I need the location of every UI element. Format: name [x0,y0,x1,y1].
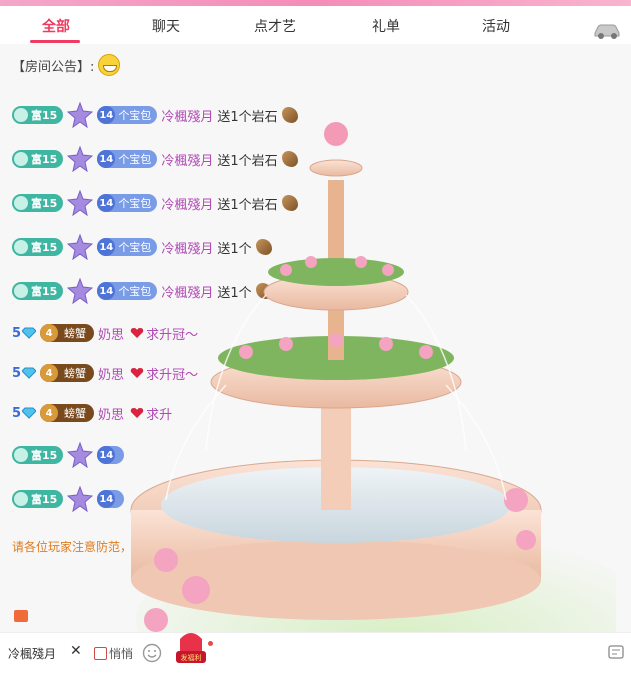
diamond-icon [22,407,37,419]
wealth-badge: 富15 [12,194,64,212]
car-icon[interactable] [592,20,622,40]
purple-star-icon [67,442,94,468]
tab-activity[interactable]: 活动 [482,16,510,36]
purple-star-icon [67,234,94,260]
wealth-badge: 富15 [12,282,64,300]
tab-talent[interactable]: 点才艺 [254,16,296,36]
wealth-badge: 富15 [12,106,64,124]
chat-input-bar: 冷楓殘月 ✕ 悄悄 发福利 [0,632,631,678]
crab-badge: 4 螃蟹 [40,404,95,422]
tab-chat[interactable]: 聊天 [152,16,180,36]
fountain-gift-animation [130,122,616,632]
wealth-badge: 富15 [12,150,64,168]
chat-target-user[interactable]: 冷楓殘月 [8,645,56,662]
user-level: 5 [12,365,22,381]
edit-icon[interactable] [608,645,626,661]
purple-star-icon [67,102,94,128]
welfare-gift-label: 发福利 [181,653,202,662]
wealth-badge: 富15 [12,490,64,508]
purple-star-icon [67,486,94,512]
diamond-icon [22,327,37,339]
announcement-label: 【房间公告】: [12,59,95,75]
active-tab-indicator [30,40,80,43]
clear-target-button[interactable]: ✕ [70,643,82,659]
purple-star-icon [67,278,94,304]
purple-star-icon [67,190,94,216]
user-level: 5 [12,325,22,341]
horn-icon[interactable] [14,610,28,622]
tab-gift-list[interactable]: 礼单 [372,16,400,36]
diamond-icon [22,367,37,379]
room-announcement: 【房间公告】: [12,54,121,76]
chat-feed[interactable]: 【房间公告】: 富15 14 个宝包 冷楓殘月 送1个岩石 富15 14 个宝包 冷… [0,44,631,632]
whisper-checkbox[interactable] [94,647,107,660]
smile-icon[interactable] [142,643,162,663]
crab-badge: 4 螃蟹 [40,324,95,342]
grinning-emoji-icon [98,54,121,76]
tab-bar: 全部 聊天 点才艺 礼单 活动 [0,6,631,45]
welfare-gift-button[interactable]: 发福利 [174,625,208,665]
wealth-badge: 富15 [12,238,64,256]
tab-all[interactable]: 全部 [42,16,70,36]
user-level: 5 [12,405,22,421]
crab-badge: 4 螃蟹 [40,364,95,382]
purple-star-icon [67,146,94,172]
wealth-badge: 富15 [12,446,64,464]
whisper-label: 悄悄 [109,647,134,661]
notification-dot [208,641,213,646]
